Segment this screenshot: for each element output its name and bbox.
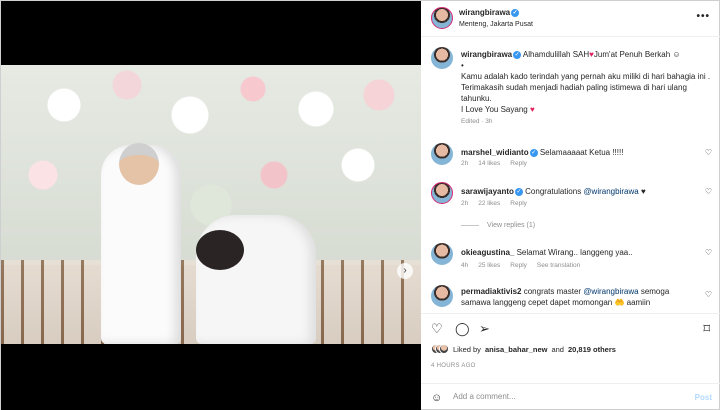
post-header: wirangbirawa ✓ Menteng, Jakarta Pusat ••• [421, 1, 720, 37]
comment-icon[interactable]: ◯ [455, 321, 470, 337]
save-icon[interactable]: ⌑ [703, 321, 710, 337]
verified-icon: ✓ [511, 8, 520, 17]
author-avatar[interactable] [431, 7, 453, 29]
comment-likes[interactable]: 25 likes [478, 262, 500, 269]
comment-body: marshel_widianto ✓ Selamaaaaat Ketua !!!!… [461, 147, 696, 158]
verified-icon: ✓ [513, 50, 522, 59]
comment-meta: 2h 22 likes Reply [461, 200, 527, 207]
smile-emoji-icon: ☺ [672, 50, 681, 59]
comment-suffix: ♥ [640, 187, 646, 196]
caption-body: Kamu adalah kado terindah yang pernah ak… [461, 72, 711, 103]
caption-avatar[interactable] [431, 47, 453, 69]
comment-mention[interactable]: @wirangbirawa [583, 287, 638, 296]
comment-username[interactable]: marshel_widianto [461, 148, 529, 157]
comment-username[interactable]: sarawijayanto [461, 187, 514, 196]
post-location[interactable]: Menteng, Jakarta Pusat [459, 21, 533, 28]
comment-likes[interactable]: 22 likes [478, 200, 500, 207]
verified-icon: ✓ [529, 148, 538, 157]
view-replies-button[interactable]: View replies (1) [461, 222, 535, 229]
heart-icon[interactable]: ♡ [431, 321, 443, 337]
comment-reply[interactable]: Reply [510, 200, 527, 207]
liker-avatar [439, 344, 449, 354]
likes-count[interactable]: 20,819 others [568, 345, 616, 354]
verified-icon: ✓ [514, 187, 523, 196]
comment-likes[interactable]: 14 likes [478, 160, 500, 167]
comment-heart-icon[interactable]: ♡ [705, 248, 712, 257]
comment-heart-icon[interactable]: ♡ [705, 187, 712, 196]
liker-avatars [431, 344, 449, 354]
comment-reply[interactable]: Reply [510, 160, 527, 167]
author-username[interactable]: wirangbirawa ✓ [459, 8, 520, 17]
comment-time: 4h [461, 262, 469, 269]
comment-mention[interactable]: @wirangbirawa [583, 187, 638, 196]
likes-prefix: Liked by [453, 344, 481, 354]
caption-line1b: Jum'at Penuh Berkah [593, 50, 671, 59]
more-icon[interactable]: ••• [696, 11, 710, 22]
comment-heart-icon[interactable]: ♡ [705, 148, 712, 157]
post-photo[interactable]: › [1, 65, 421, 344]
post-media: › [1, 1, 421, 410]
share-icon[interactable]: ➢ [479, 321, 490, 337]
comment-time: 2h [461, 160, 469, 167]
comment-text: congrats master [523, 287, 582, 296]
caption-username[interactable]: wirangbirawa [461, 50, 512, 59]
carousel-next-button[interactable]: › [397, 263, 413, 279]
post-side-panel: wirangbirawa ✓ Menteng, Jakarta Pusat •••… [421, 1, 720, 410]
comment-text: Congratulations [525, 187, 582, 196]
comment-body: sarawijayanto ✓ Congratulations @wirangbi… [461, 186, 696, 197]
caption-line1: Alhamdulillah SAH [522, 50, 590, 59]
add-comment-input[interactable] [453, 392, 673, 401]
comment-body: okieagustina_ Selamat Wirang.. langgeng … [461, 247, 696, 258]
comment-time: 2h [461, 200, 469, 207]
comment-body: permadiaktivis2 congrats master @wirangb… [461, 286, 696, 308]
comment-meta: 2h 14 likes Reply [461, 160, 527, 167]
comment-avatar[interactable] [431, 243, 453, 265]
comment-text: Selamaaaaat Ketua !!!!! [539, 148, 624, 157]
comment-username[interactable]: permadiaktivis2 [461, 287, 521, 296]
comment-text: Selamat Wirang.. langgeng yaa.. [516, 248, 633, 257]
comment-heart-icon[interactable]: ♡ [705, 290, 712, 299]
likes-summary: Liked by anisa_bahar_new and 20,819 othe… [431, 344, 616, 354]
comment-avatar[interactable] [431, 285, 453, 307]
post-button[interactable]: Post [695, 393, 712, 402]
groom-head [119, 143, 159, 185]
emoji-icon[interactable]: ☺ [431, 392, 442, 404]
see-translation[interactable]: See translation [537, 262, 580, 269]
post-time[interactable]: 4 HOURS AGO [431, 363, 476, 369]
post-caption: wirangbirawa ✓ Alhamdulillah SAH ♥ Jum'at P… [461, 49, 711, 127]
bride-head [196, 230, 244, 270]
red-heart-icon: ♥ [529, 105, 535, 114]
comment-meta: 4h 25 likes Reply See translation [461, 262, 580, 269]
add-comment-bar: ☺ Post [421, 383, 720, 410]
caption-bullet: • [461, 61, 464, 70]
post-actions: ♡ ◯ ➢ ⌑ [421, 313, 720, 341]
caption-closing: I Love You Sayang [461, 105, 528, 114]
comment-reply[interactable]: Reply [510, 262, 527, 269]
comment-username[interactable]: okieagustina_ [461, 248, 514, 257]
instagram-post-modal: › wirangbirawa ✓ Menteng, Jakarta Pusat •… [0, 0, 720, 410]
replies-divider [461, 224, 479, 226]
likes-user[interactable]: anisa_bahar_new [485, 345, 548, 354]
likes-joiner: and [551, 344, 564, 354]
comment-avatar[interactable] [431, 182, 453, 204]
comment-avatar[interactable] [431, 143, 453, 165]
caption-meta: Edited · 3h [461, 118, 493, 125]
